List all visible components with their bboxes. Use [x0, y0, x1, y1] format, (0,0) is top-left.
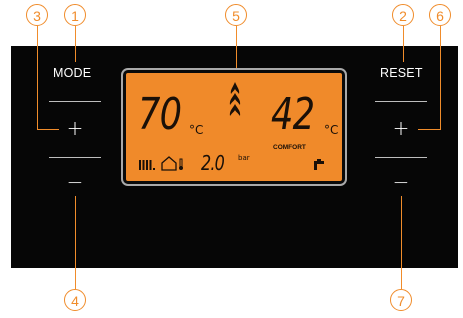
left-plus-button[interactable]: +	[55, 116, 95, 140]
left-minus-button[interactable]: −	[55, 170, 95, 194]
callout-5: 5	[225, 4, 247, 26]
callout-6: 6	[429, 4, 451, 26]
right-separator-bottom	[375, 157, 427, 159]
left-separator-bottom	[49, 157, 101, 159]
right-plus-button[interactable]: +	[381, 116, 421, 140]
callout-3: 3	[26, 4, 48, 26]
reset-button[interactable]: RESET	[380, 66, 423, 80]
pressure-unit: bar	[238, 154, 250, 162]
leader-line-6	[440, 26, 442, 130]
leader-line-1	[75, 26, 77, 62]
radiator-icon	[139, 160, 155, 170]
comfort-label: COMFORT	[273, 144, 306, 151]
pressure-value: 2.0	[201, 151, 225, 175]
heating-temperature: 70	[138, 89, 182, 140]
mode-button[interactable]: MODE	[53, 66, 91, 80]
leader-line-2	[403, 26, 405, 62]
leader-line-4	[75, 196, 77, 289]
right-minus-button[interactable]: −	[381, 170, 421, 194]
leader-line-3	[37, 26, 39, 130]
house-thermometer-icon	[161, 156, 183, 171]
callout-7: 7	[390, 289, 412, 311]
callout-2: 2	[392, 4, 414, 26]
tap-icon	[314, 159, 324, 170]
dhw-temperature-unit: °C	[324, 123, 339, 137]
dhw-temperature: 42	[271, 89, 315, 140]
heating-temperature-unit: °C	[189, 123, 204, 137]
lcd-display: 70 °C 42 °C COMFORT 2.0 bar	[126, 73, 342, 181]
leader-line-7	[401, 196, 403, 289]
callout-1: 1	[64, 4, 86, 26]
callout-4: 4	[64, 289, 86, 311]
left-separator-top	[49, 101, 101, 103]
flame-icon	[229, 82, 241, 116]
leader-line-6-h	[418, 129, 441, 131]
boiler-control-diagram: 3 1 5 2 6 4 7 MODE + − RESET + − 70 °C 4…	[0, 0, 463, 318]
right-separator-top	[375, 101, 427, 103]
